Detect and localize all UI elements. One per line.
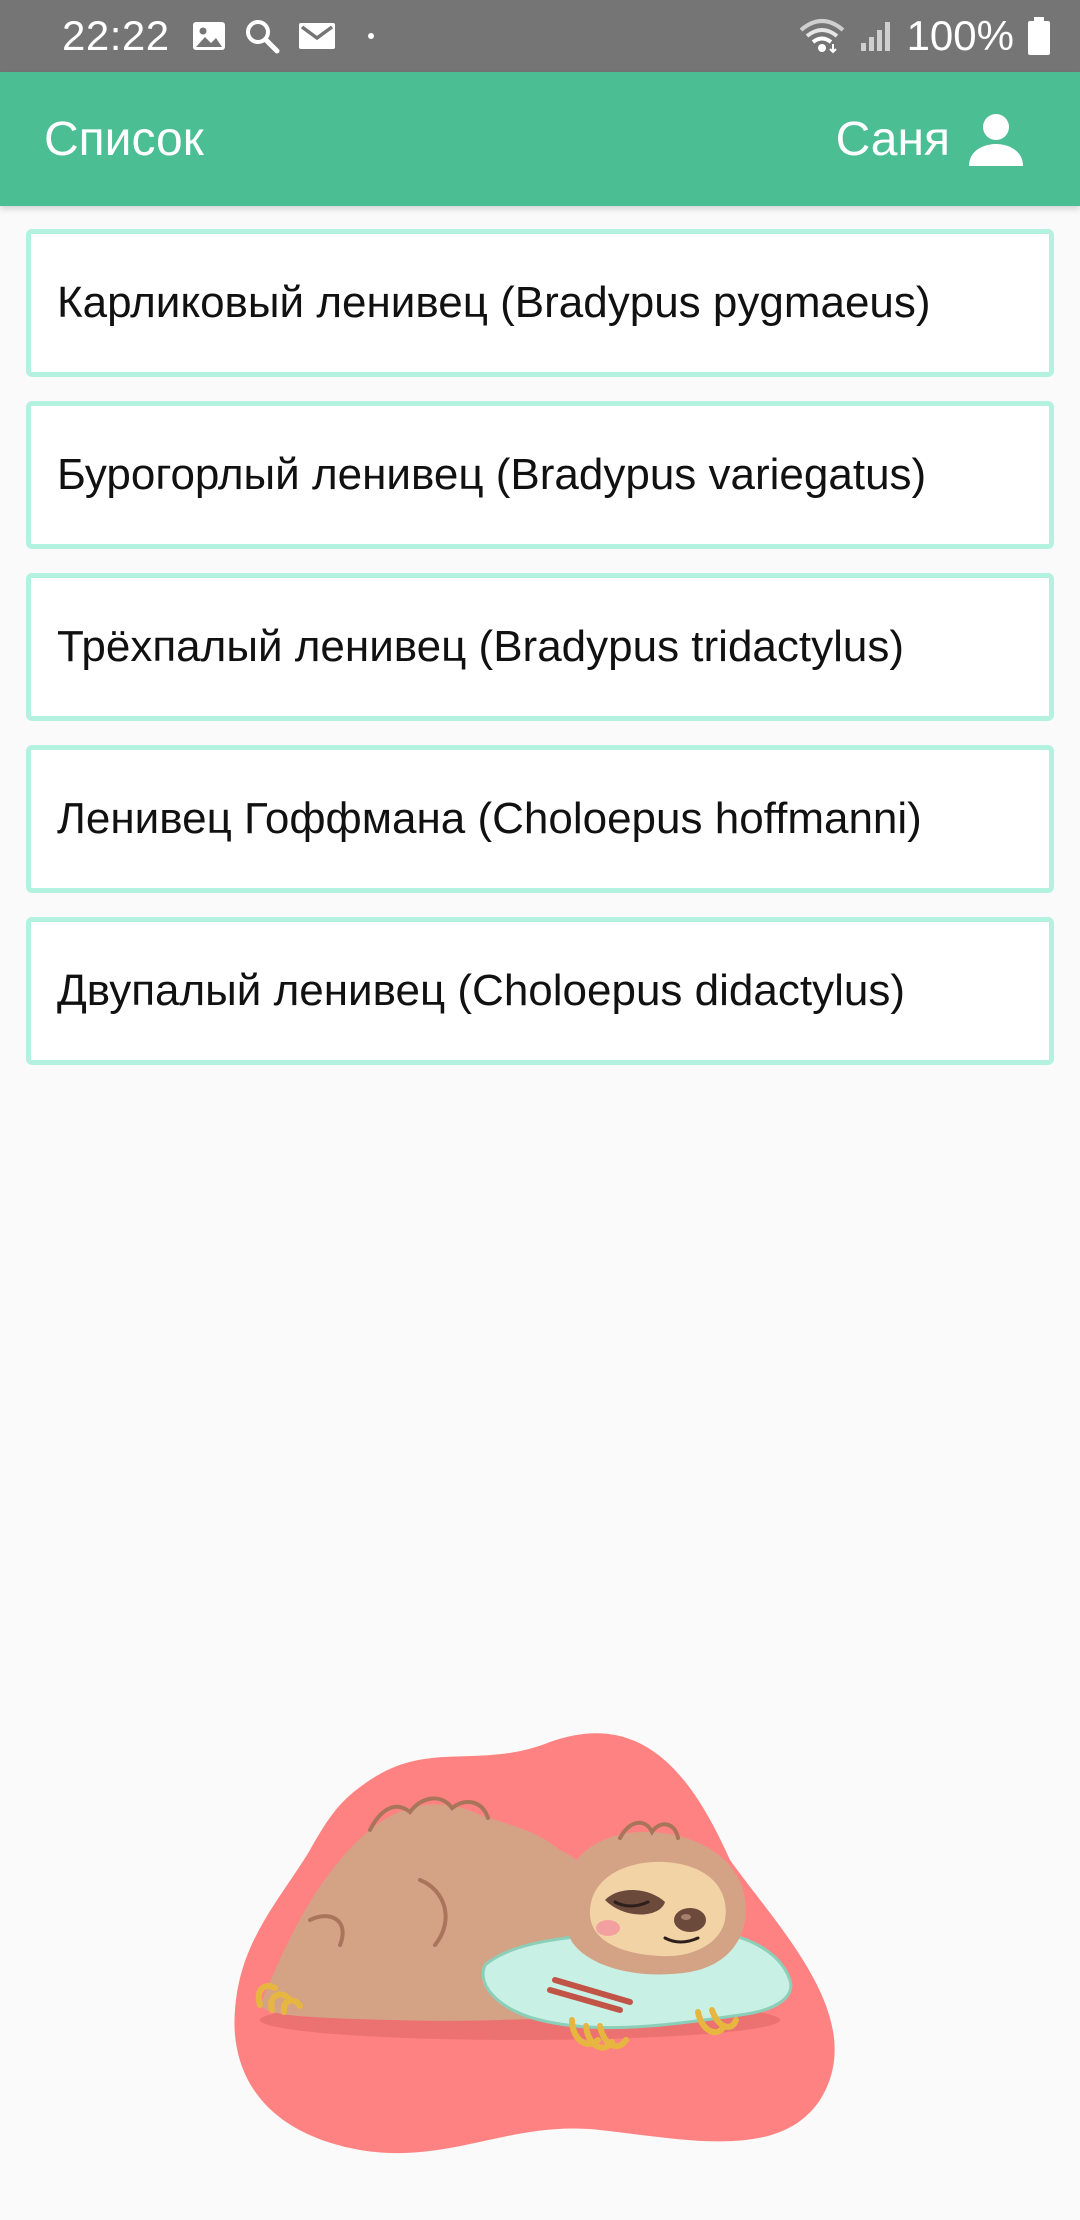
list-item[interactable]: Бурогорлый ленивец (Bradypus variegatus) xyxy=(26,401,1054,549)
status-bar: 22:22 100% xyxy=(0,0,1080,72)
person-icon xyxy=(969,114,1023,166)
status-system-icons: 100% xyxy=(799,12,1050,60)
battery-icon xyxy=(1028,17,1050,55)
status-notification-icons xyxy=(192,18,374,54)
list-item-label: Трёхпалый ленивец (Bradypus tridactylus) xyxy=(57,622,905,671)
wifi-icon xyxy=(799,19,844,54)
list-item[interactable]: Ленивец Гоффмана (Choloepus hoffmanni) xyxy=(26,745,1054,893)
sleeping-sloth-illustration xyxy=(234,1733,835,2154)
list-item[interactable]: Двупалый ленивец (Choloepus didactylus) xyxy=(26,917,1054,1065)
more-notifications-dot xyxy=(367,33,374,39)
status-time: 22:22 xyxy=(62,12,170,59)
user-name: Саня xyxy=(835,112,950,166)
species-list: Карликовый ленивец (Bradypus pygmaeus) Б… xyxy=(26,229,1054,1089)
list-item-label: Ленивец Гоффмана (Choloepus hoffmanni) xyxy=(57,794,922,843)
mail-icon xyxy=(298,23,335,49)
list-item-label: Бурогорлый ленивец (Bradypus variegatus) xyxy=(57,450,927,499)
list-item-label: Карликовый ленивец (Bradypus pygmaeus) xyxy=(57,278,931,327)
page-title: Список xyxy=(44,112,204,166)
user-profile-button[interactable]: Саня xyxy=(836,109,1026,169)
app-bar: Список Саня xyxy=(0,72,1080,206)
list-item[interactable]: Трёхпалый ленивец (Bradypus tridactylus) xyxy=(26,573,1054,721)
list-item-label: Двупалый ленивец (Choloepus didactylus) xyxy=(57,966,905,1015)
search-icon xyxy=(245,20,280,54)
battery-percentage: 100% xyxy=(906,12,1014,59)
signal-icon xyxy=(860,22,890,51)
image-icon xyxy=(192,22,225,50)
list-item[interactable]: Карликовый ленивец (Bradypus pygmaeus) xyxy=(26,229,1054,377)
